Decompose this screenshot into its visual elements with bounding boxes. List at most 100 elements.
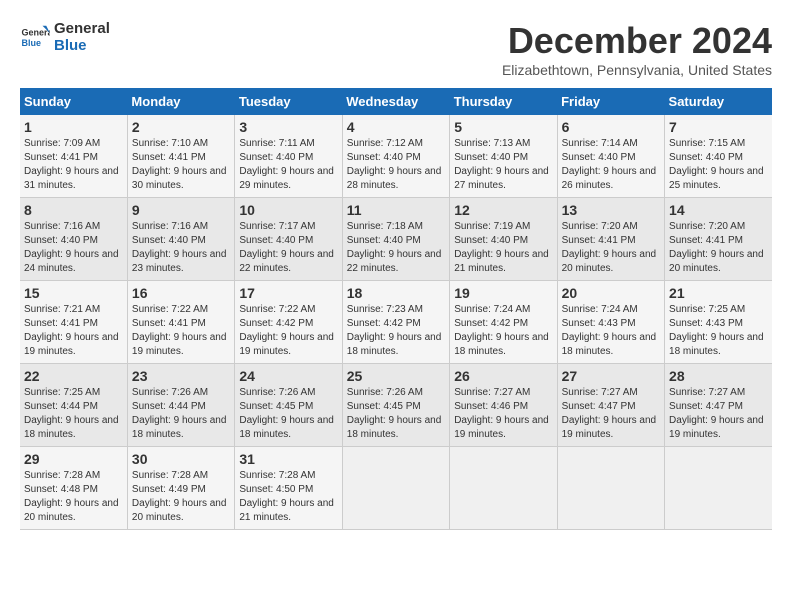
day-info: Sunrise: 7:15 AM Sunset: 4:40 PM Dayligh… xyxy=(669,137,768,193)
page-header: General Blue General Blue December 2024 … xyxy=(20,20,772,78)
week-row-3: 15 Sunrise: 7:21 AM Sunset: 4:41 PM Dayl… xyxy=(20,281,772,364)
day-number: 9 xyxy=(132,202,230,218)
calendar-cell: 30 Sunrise: 7:28 AM Sunset: 4:49 PM Dayl… xyxy=(127,447,234,530)
calendar-cell: 24 Sunrise: 7:26 AM Sunset: 4:45 PM Dayl… xyxy=(235,364,342,447)
calendar-cell: 28 Sunrise: 7:27 AM Sunset: 4:47 PM Dayl… xyxy=(665,364,772,447)
calendar-cell: 29 Sunrise: 7:28 AM Sunset: 4:48 PM Dayl… xyxy=(20,447,127,530)
day-number: 28 xyxy=(669,368,768,384)
day-number: 14 xyxy=(669,202,768,218)
day-info: Sunrise: 7:13 AM Sunset: 4:40 PM Dayligh… xyxy=(454,137,552,193)
calendar-cell xyxy=(665,447,772,530)
day-info: Sunrise: 7:25 AM Sunset: 4:43 PM Dayligh… xyxy=(669,303,768,359)
day-info: Sunrise: 7:27 AM Sunset: 4:47 PM Dayligh… xyxy=(562,386,660,442)
day-number: 22 xyxy=(24,368,123,384)
calendar-cell: 26 Sunrise: 7:27 AM Sunset: 4:46 PM Dayl… xyxy=(450,364,557,447)
logo: General Blue General Blue xyxy=(20,20,110,54)
day-number: 16 xyxy=(132,285,230,301)
day-info: Sunrise: 7:24 AM Sunset: 4:43 PM Dayligh… xyxy=(562,303,660,359)
calendar-cell: 3 Sunrise: 7:11 AM Sunset: 4:40 PM Dayli… xyxy=(235,115,342,198)
day-info: Sunrise: 7:20 AM Sunset: 4:41 PM Dayligh… xyxy=(669,220,768,276)
day-number: 30 xyxy=(132,451,230,467)
day-info: Sunrise: 7:12 AM Sunset: 4:40 PM Dayligh… xyxy=(347,137,445,193)
day-info: Sunrise: 7:20 AM Sunset: 4:41 PM Dayligh… xyxy=(562,220,660,276)
day-info: Sunrise: 7:16 AM Sunset: 4:40 PM Dayligh… xyxy=(24,220,123,276)
day-info: Sunrise: 7:24 AM Sunset: 4:42 PM Dayligh… xyxy=(454,303,552,359)
calendar-cell xyxy=(342,447,449,530)
week-row-5: 29 Sunrise: 7:28 AM Sunset: 4:48 PM Dayl… xyxy=(20,447,772,530)
day-number: 3 xyxy=(239,119,337,135)
header-day-tuesday: Tuesday xyxy=(235,88,342,115)
calendar-cell: 7 Sunrise: 7:15 AM Sunset: 4:40 PM Dayli… xyxy=(665,115,772,198)
header-day-thursday: Thursday xyxy=(450,88,557,115)
calendar-cell xyxy=(450,447,557,530)
day-info: Sunrise: 7:27 AM Sunset: 4:47 PM Dayligh… xyxy=(669,386,768,442)
calendar-cell: 31 Sunrise: 7:28 AM Sunset: 4:50 PM Dayl… xyxy=(235,447,342,530)
day-info: Sunrise: 7:26 AM Sunset: 4:45 PM Dayligh… xyxy=(347,386,445,442)
day-info: Sunrise: 7:22 AM Sunset: 4:42 PM Dayligh… xyxy=(239,303,337,359)
calendar-cell: 23 Sunrise: 7:26 AM Sunset: 4:44 PM Dayl… xyxy=(127,364,234,447)
calendar-cell xyxy=(557,447,664,530)
day-number: 2 xyxy=(132,119,230,135)
day-number: 7 xyxy=(669,119,768,135)
day-number: 10 xyxy=(239,202,337,218)
calendar-table: SundayMondayTuesdayWednesdayThursdayFrid… xyxy=(20,88,772,530)
day-number: 24 xyxy=(239,368,337,384)
day-info: Sunrise: 7:22 AM Sunset: 4:41 PM Dayligh… xyxy=(132,303,230,359)
calendar-cell: 5 Sunrise: 7:13 AM Sunset: 4:40 PM Dayli… xyxy=(450,115,557,198)
calendar-cell: 20 Sunrise: 7:24 AM Sunset: 4:43 PM Dayl… xyxy=(557,281,664,364)
day-info: Sunrise: 7:28 AM Sunset: 4:49 PM Dayligh… xyxy=(132,469,230,525)
calendar-cell: 12 Sunrise: 7:19 AM Sunset: 4:40 PM Dayl… xyxy=(450,198,557,281)
day-number: 21 xyxy=(669,285,768,301)
day-info: Sunrise: 7:25 AM Sunset: 4:44 PM Dayligh… xyxy=(24,386,123,442)
day-number: 1 xyxy=(24,119,123,135)
day-info: Sunrise: 7:28 AM Sunset: 4:50 PM Dayligh… xyxy=(239,469,337,525)
day-info: Sunrise: 7:16 AM Sunset: 4:40 PM Dayligh… xyxy=(132,220,230,276)
day-info: Sunrise: 7:09 AM Sunset: 4:41 PM Dayligh… xyxy=(24,137,123,193)
day-info: Sunrise: 7:28 AM Sunset: 4:48 PM Dayligh… xyxy=(24,469,123,525)
calendar-cell: 4 Sunrise: 7:12 AM Sunset: 4:40 PM Dayli… xyxy=(342,115,449,198)
day-number: 4 xyxy=(347,119,445,135)
day-number: 26 xyxy=(454,368,552,384)
calendar-cell: 18 Sunrise: 7:23 AM Sunset: 4:42 PM Dayl… xyxy=(342,281,449,364)
day-number: 31 xyxy=(239,451,337,467)
day-number: 11 xyxy=(347,202,445,218)
day-info: Sunrise: 7:18 AM Sunset: 4:40 PM Dayligh… xyxy=(347,220,445,276)
header-day-wednesday: Wednesday xyxy=(342,88,449,115)
day-number: 23 xyxy=(132,368,230,384)
header-day-monday: Monday xyxy=(127,88,234,115)
svg-text:General: General xyxy=(22,28,51,38)
day-number: 25 xyxy=(347,368,445,384)
day-info: Sunrise: 7:21 AM Sunset: 4:41 PM Dayligh… xyxy=(24,303,123,359)
calendar-cell: 17 Sunrise: 7:22 AM Sunset: 4:42 PM Dayl… xyxy=(235,281,342,364)
day-number: 6 xyxy=(562,119,660,135)
logo-line2: Blue xyxy=(54,37,110,54)
day-number: 17 xyxy=(239,285,337,301)
day-number: 15 xyxy=(24,285,123,301)
header-day-friday: Friday xyxy=(557,88,664,115)
calendar-cell: 8 Sunrise: 7:16 AM Sunset: 4:40 PM Dayli… xyxy=(20,198,127,281)
day-info: Sunrise: 7:11 AM Sunset: 4:40 PM Dayligh… xyxy=(239,137,337,193)
calendar-cell: 14 Sunrise: 7:20 AM Sunset: 4:41 PM Dayl… xyxy=(665,198,772,281)
day-info: Sunrise: 7:27 AM Sunset: 4:46 PM Dayligh… xyxy=(454,386,552,442)
day-number: 27 xyxy=(562,368,660,384)
day-number: 13 xyxy=(562,202,660,218)
calendar-cell: 19 Sunrise: 7:24 AM Sunset: 4:42 PM Dayl… xyxy=(450,281,557,364)
header-row: SundayMondayTuesdayWednesdayThursdayFrid… xyxy=(20,88,772,115)
calendar-cell: 10 Sunrise: 7:17 AM Sunset: 4:40 PM Dayl… xyxy=(235,198,342,281)
logo-icon: General Blue xyxy=(20,22,50,52)
day-info: Sunrise: 7:17 AM Sunset: 4:40 PM Dayligh… xyxy=(239,220,337,276)
header-day-saturday: Saturday xyxy=(665,88,772,115)
day-info: Sunrise: 7:23 AM Sunset: 4:42 PM Dayligh… xyxy=(347,303,445,359)
day-number: 5 xyxy=(454,119,552,135)
calendar-cell: 15 Sunrise: 7:21 AM Sunset: 4:41 PM Dayl… xyxy=(20,281,127,364)
day-info: Sunrise: 7:26 AM Sunset: 4:45 PM Dayligh… xyxy=(239,386,337,442)
day-info: Sunrise: 7:10 AM Sunset: 4:41 PM Dayligh… xyxy=(132,137,230,193)
day-number: 18 xyxy=(347,285,445,301)
day-number: 20 xyxy=(562,285,660,301)
day-number: 12 xyxy=(454,202,552,218)
svg-text:Blue: Blue xyxy=(22,38,42,48)
calendar-cell: 13 Sunrise: 7:20 AM Sunset: 4:41 PM Dayl… xyxy=(557,198,664,281)
calendar-cell: 16 Sunrise: 7:22 AM Sunset: 4:41 PM Dayl… xyxy=(127,281,234,364)
calendar-cell: 25 Sunrise: 7:26 AM Sunset: 4:45 PM Dayl… xyxy=(342,364,449,447)
week-row-4: 22 Sunrise: 7:25 AM Sunset: 4:44 PM Dayl… xyxy=(20,364,772,447)
